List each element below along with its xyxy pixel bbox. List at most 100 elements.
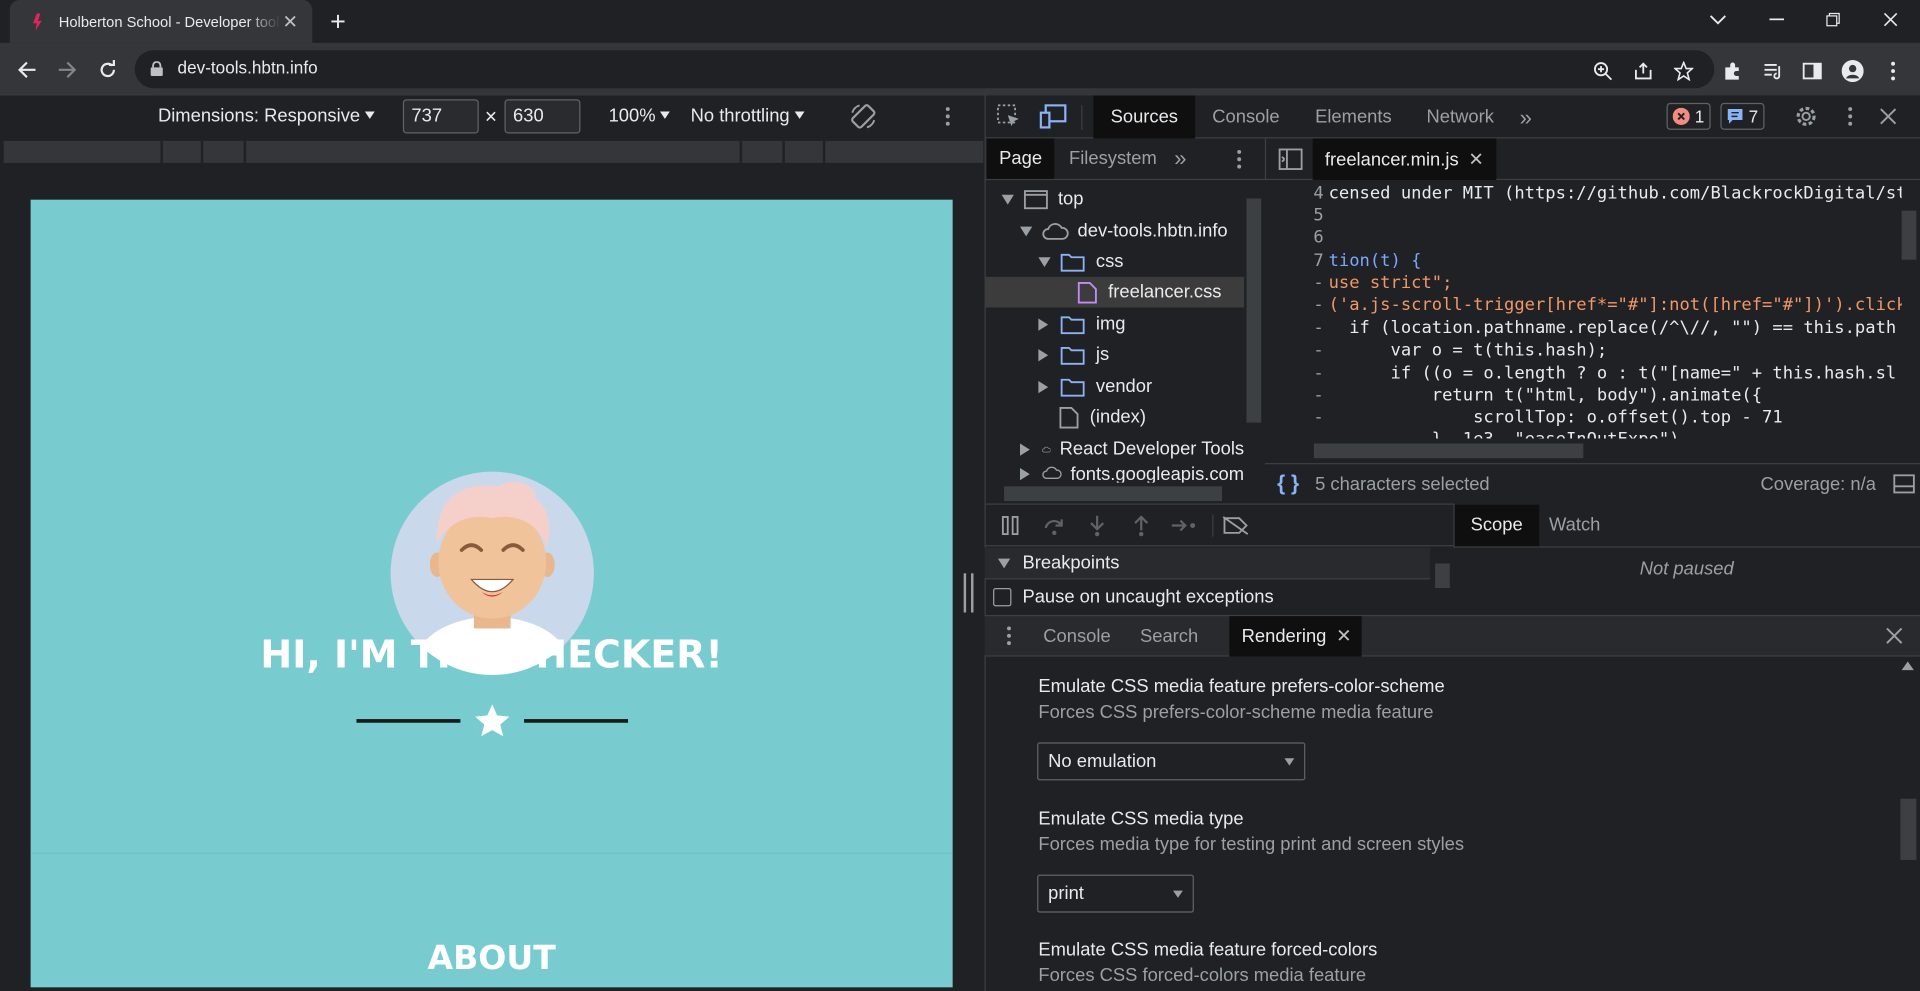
settings-gear-icon[interactable] [1794, 104, 1818, 129]
tab-elements[interactable]: Elements [1298, 96, 1409, 139]
dimensions-dropdown[interactable]: Dimensions: Responsive [158, 105, 375, 126]
drawer-tab-console[interactable]: Console [1031, 616, 1123, 656]
media-query-segment[interactable] [203, 140, 247, 163]
error-count-badge[interactable]: 1 [1666, 102, 1711, 130]
tab-close-icon[interactable]: ✕ [280, 10, 300, 33]
close-window-icon[interactable] [1862, 0, 1918, 39]
expand-arrow-icon [997, 557, 1011, 568]
tree-item-js-folder[interactable]: js [984, 339, 1244, 370]
rendering-scrollbar[interactable] [1900, 798, 1917, 860]
new-tab-button[interactable]: + [323, 6, 352, 37]
width-input[interactable]: 737 [402, 99, 479, 134]
tab-network[interactable]: Network [1409, 96, 1511, 139]
close-drawer-icon[interactable] [1886, 627, 1903, 644]
pause-exceptions-row[interactable]: Pause on uncaught exceptions [993, 587, 1274, 608]
media-query-segment[interactable] [3, 140, 163, 163]
tree-item-domain[interactable]: dev-tools.hbtn.info [984, 216, 1244, 247]
editor-hscrollbar[interactable] [1313, 443, 1584, 459]
close-devtools-icon[interactable] [1880, 108, 1897, 125]
pretty-print-icon[interactable]: { } [1277, 472, 1299, 497]
forward-arrow-icon[interactable] [53, 55, 82, 84]
throttling-dropdown[interactable]: No throttling [691, 105, 805, 126]
rendering-option-description: Forces CSS prefers-color-scheme media fe… [1038, 701, 1434, 723]
tab-search-icon[interactable] [1690, 0, 1746, 39]
holberton-favicon-icon [29, 12, 46, 32]
browser-tab[interactable]: Holberton School - Developer tools ✕ [9, 0, 313, 43]
error-count: 1 [1694, 106, 1705, 127]
media-control-icon[interactable] [1758, 56, 1787, 85]
more-navigator-tabs-icon[interactable]: » [1174, 146, 1186, 172]
media-query-segment[interactable] [742, 140, 785, 163]
tree-item-top[interactable]: top [984, 184, 1244, 215]
drawer-tab-rendering[interactable]: Rendering ✕ [1229, 616, 1362, 657]
device-mode-icon[interactable] [1039, 104, 1067, 129]
message-count-badge[interactable]: 7 [1720, 102, 1765, 130]
url-text[interactable]: dev-tools.hbtn.info [178, 58, 318, 78]
back-arrow-icon[interactable] [12, 55, 41, 84]
media-query-segment[interactable] [162, 140, 204, 163]
media-query-segment[interactable] [825, 140, 984, 163]
media-query-bar[interactable] [3, 140, 984, 163]
editor-tab-freelancer-js[interactable]: freelancer.min.js ✕ [1312, 138, 1497, 181]
address-bar[interactable] [134, 50, 1715, 89]
more-tabs-icon[interactable]: » [1520, 105, 1532, 131]
editor-vscrollbar[interactable] [1901, 210, 1917, 260]
side-panel-icon[interactable] [1798, 56, 1827, 85]
expand-arrow-icon [1038, 256, 1051, 267]
scroll-up-icon[interactable] [1901, 661, 1914, 671]
tree-item-vendor-folder[interactable]: vendor [984, 371, 1244, 402]
device-toolbar-menu-icon[interactable] [945, 107, 950, 127]
navigator-menu-icon[interactable] [1237, 149, 1242, 169]
media-query-segment[interactable] [784, 140, 826, 163]
rotate-icon[interactable] [849, 102, 878, 131]
inspect-element-icon[interactable] [997, 104, 1021, 129]
deactivate-breakpoints-icon[interactable] [1221, 512, 1250, 539]
tree-item-fonts[interactable]: fonts.googleapis.com [984, 464, 1244, 483]
profile-avatar-icon[interactable] [1838, 56, 1867, 85]
code-editor[interactable]: 4 censed under MIT (https://github.com/Bl… [1264, 181, 1902, 439]
lock-icon[interactable] [150, 61, 163, 76]
step-out-icon [1127, 512, 1156, 539]
viewport-resize-handle[interactable] [963, 573, 974, 613]
bookmark-star-icon[interactable] [1669, 56, 1698, 85]
tree-item-index[interactable]: (index) [984, 402, 1244, 433]
extensions-icon[interactable] [1718, 56, 1747, 85]
minimize-icon[interactable] [1749, 0, 1805, 39]
drawer-toggle-icon[interactable] [1893, 474, 1915, 494]
navigator-hscrollbar[interactable] [1004, 486, 1223, 502]
close-rendering-tab-icon[interactable]: ✕ [1336, 616, 1351, 656]
share-icon[interactable] [1629, 56, 1658, 85]
drawer-tab-search[interactable]: Search [1128, 616, 1211, 656]
breakpoints-header[interactable]: Breakpoints [984, 547, 1431, 580]
media-type-select[interactable]: print [1037, 874, 1194, 913]
reload-icon[interactable] [93, 55, 122, 84]
tab-console[interactable]: Console [1195, 96, 1297, 139]
toggle-navigator-icon[interactable] [1278, 148, 1303, 170]
tab-filesystem[interactable]: Filesystem [1057, 138, 1169, 178]
tab-watch[interactable]: Watch [1537, 505, 1613, 547]
prefers-color-scheme-select[interactable]: No emulation [1037, 742, 1306, 781]
height-input[interactable]: 630 [504, 99, 581, 134]
tree-item-css-folder[interactable]: css [984, 246, 1244, 277]
tree-item-freelancer-css[interactable]: freelancer.css [984, 276, 1245, 308]
pause-icon[interactable] [996, 512, 1025, 539]
restore-icon[interactable] [1805, 0, 1861, 39]
zoom-dropdown[interactable]: 100% [609, 105, 671, 126]
navigator-scrollbar[interactable] [1246, 198, 1262, 423]
media-query-segment[interactable] [246, 140, 743, 163]
zoom-icon[interactable] [1588, 56, 1617, 85]
tree-item-img-folder[interactable]: img [984, 309, 1244, 340]
tab-sources[interactable]: Sources [1093, 95, 1196, 139]
close-editor-tab-icon[interactable]: ✕ [1468, 148, 1483, 170]
tab-page[interactable]: Page [986, 138, 1055, 179]
line-number: 7 [1313, 251, 1324, 271]
tab-scope[interactable]: Scope [1454, 504, 1539, 547]
tree-item-react-devtools[interactable]: React Developer Tools [984, 434, 1244, 465]
drawer-menu-icon[interactable] [1007, 626, 1012, 646]
code-line: 7 tion(t) { [1265, 251, 1902, 273]
pause-exceptions-checkbox[interactable] [993, 588, 1012, 607]
rendering-option-title: Emulate CSS media feature prefers-color-… [1038, 676, 1445, 698]
debugger-scrollbar[interactable] [1435, 563, 1450, 588]
chrome-menu-icon[interactable] [1878, 56, 1907, 85]
devtools-menu-icon[interactable] [1848, 107, 1853, 127]
